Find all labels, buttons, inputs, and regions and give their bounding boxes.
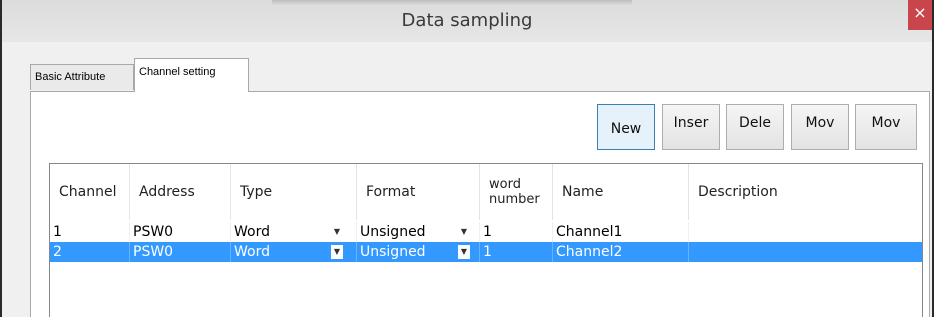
delete-button[interactable]: Dele	[726, 104, 784, 150]
column-header-type[interactable]: Type	[231, 164, 357, 220]
cell-address[interactable]: PSW0	[130, 242, 231, 262]
format-value: Unsigned	[360, 244, 426, 260]
format-value: Unsigned	[360, 224, 426, 240]
type-value: Word	[234, 244, 270, 260]
column-header-word-number[interactable]: word number	[480, 164, 553, 220]
dropdown-arrow-icon[interactable]: ▼	[331, 245, 343, 259]
column-header-address[interactable]: Address	[130, 164, 231, 220]
tab-channel-setting[interactable]: Channel setting	[134, 58, 249, 92]
column-header-format[interactable]: Format	[357, 164, 480, 220]
dropdown-arrow-icon[interactable]: ▼	[331, 225, 343, 239]
cell-address[interactable]: PSW0	[130, 222, 231, 242]
cell-type[interactable]: Word ▼	[231, 242, 357, 262]
cell-description[interactable]	[689, 242, 922, 262]
close-button[interactable]: ×	[908, 0, 932, 30]
cell-channel: 2	[50, 242, 130, 262]
title-bar[interactable]: Data sampling ×	[2, 0, 932, 42]
cell-name[interactable]: Channel1	[553, 222, 689, 242]
tab-basic-attribute[interactable]: Basic Attribute	[30, 64, 134, 90]
type-value: Word	[234, 224, 270, 240]
cell-description[interactable]	[689, 222, 922, 242]
column-header-description[interactable]: Description	[689, 164, 922, 220]
title-bar-shade	[272, 0, 632, 6]
cell-format[interactable]: Unsigned ▼	[357, 242, 480, 262]
table-row-selected[interactable]: 2 PSW0 Word ▼ Unsigned ▼ 1 Channel2	[50, 242, 922, 262]
table-row[interactable]: 1 PSW0 Word ▼ Unsigned ▼ 1 Channel1	[50, 222, 922, 242]
column-header-channel[interactable]: Channel	[50, 164, 130, 220]
cell-word-number[interactable]: 1	[480, 222, 553, 242]
cell-format[interactable]: Unsigned ▼	[357, 222, 480, 242]
move-down-button[interactable]: Mov	[855, 104, 917, 150]
cell-word-number[interactable]: 1	[480, 242, 553, 262]
insert-button[interactable]: Inser	[662, 104, 720, 150]
cell-name[interactable]: Channel2	[553, 242, 689, 262]
cell-channel: 1	[50, 222, 130, 242]
move-up-button[interactable]: Mov	[791, 104, 849, 150]
column-header-name[interactable]: Name	[553, 164, 689, 220]
dropdown-arrow-icon[interactable]: ▼	[458, 245, 470, 259]
channel-table[interactable]: Channel Address Type Format word number …	[49, 163, 923, 317]
new-button[interactable]: New	[597, 104, 655, 150]
cell-type[interactable]: Word ▼	[231, 222, 357, 242]
dropdown-arrow-icon[interactable]: ▼	[458, 225, 470, 239]
window-title: Data sampling	[401, 10, 533, 31]
